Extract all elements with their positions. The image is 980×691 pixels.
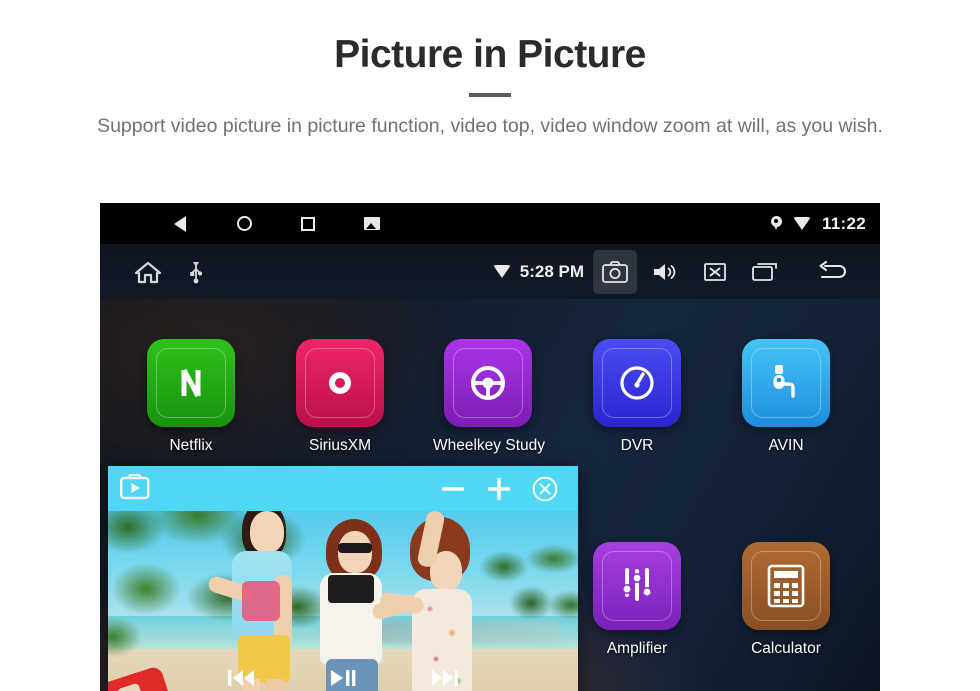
pip-close-button[interactable] bbox=[524, 470, 566, 508]
app-tile[interactable] bbox=[742, 542, 830, 630]
app-tile[interactable] bbox=[742, 339, 830, 427]
status-clock: 11:22 bbox=[821, 213, 866, 233]
app-calculator[interactable]: Calculator bbox=[731, 542, 841, 658]
volume-icon bbox=[654, 263, 676, 280]
wheelkey-icon bbox=[471, 366, 505, 400]
minus-icon bbox=[442, 487, 464, 491]
app-tile[interactable] bbox=[444, 339, 532, 427]
siriusxm-icon bbox=[329, 372, 351, 394]
next-track-button[interactable] bbox=[428, 665, 462, 691]
app-tile[interactable] bbox=[593, 542, 681, 630]
video-person-1 bbox=[206, 503, 310, 691]
calculator-icon bbox=[767, 564, 805, 608]
app-dvr[interactable]: DVR bbox=[582, 339, 692, 455]
pip-zoom-in-button[interactable] bbox=[478, 470, 520, 508]
back-triangle-icon bbox=[174, 215, 186, 232]
mute-icon bbox=[704, 262, 726, 281]
marketing-header: Picture in Picture Support video picture… bbox=[0, 0, 980, 141]
video-right-palms bbox=[476, 545, 578, 665]
app-netflix[interactable]: Netflix bbox=[136, 339, 246, 455]
app-label: DVR bbox=[620, 437, 654, 454]
launcher-home: Netflix SiriusXM Wheelkey Study DVR AVIN… bbox=[100, 299, 880, 691]
netflix-icon bbox=[181, 368, 201, 398]
video-person-3 bbox=[378, 503, 488, 691]
app-wheelkey-study[interactable]: Wheelkey Study bbox=[433, 339, 545, 455]
nav-recents-button[interactable] bbox=[276, 203, 340, 244]
toolbar-time: 5:28 PM bbox=[519, 261, 584, 281]
back-arrow-icon bbox=[819, 260, 847, 278]
location-pin-icon bbox=[770, 216, 782, 231]
app-amplifier[interactable]: Amplifier bbox=[582, 542, 692, 658]
app-label: Netflix bbox=[169, 437, 213, 454]
amplifier-icon bbox=[622, 568, 652, 601]
multiwindow-icon bbox=[752, 262, 777, 281]
toolbar-camera-button[interactable] bbox=[593, 249, 637, 294]
page-subtitle: Support video picture in picture functio… bbox=[97, 114, 883, 137]
usb-icon bbox=[188, 260, 204, 284]
page-root: Picture in Picture Support video picture… bbox=[0, 0, 980, 691]
app-label: Amplifier bbox=[606, 640, 668, 657]
app-label: SiriusXM bbox=[308, 437, 371, 454]
app-tile[interactable] bbox=[147, 339, 235, 427]
camera-icon bbox=[602, 260, 628, 283]
dvr-icon bbox=[620, 366, 654, 400]
pip-media-controls bbox=[108, 665, 578, 691]
app-siriusxm[interactable]: SiriusXM bbox=[285, 339, 395, 455]
toolbar-back-button[interactable] bbox=[808, 250, 860, 294]
pip-video-surface[interactable]: picar bbox=[108, 503, 578, 691]
nav-home-button[interactable] bbox=[212, 203, 276, 244]
play-pause-button[interactable] bbox=[326, 665, 360, 691]
app-label: AVIN bbox=[768, 437, 804, 454]
nav-screenshot-button[interactable] bbox=[340, 203, 404, 244]
avin-icon bbox=[773, 365, 795, 398]
toolbar-multiwindow-button[interactable] bbox=[743, 250, 787, 294]
wifi-icon bbox=[492, 265, 511, 278]
app-tile[interactable] bbox=[296, 339, 384, 427]
toolbar-right-group: 5:28 PM bbox=[492, 249, 860, 294]
status-indicators: 11:22 bbox=[770, 213, 866, 234]
app-label: Wheelkey Study bbox=[433, 437, 545, 454]
pip-camera-icon[interactable] bbox=[120, 473, 150, 500]
plus-icon bbox=[488, 478, 510, 500]
android-nav-buttons bbox=[148, 203, 404, 244]
play-pause-icon bbox=[331, 670, 356, 686]
launcher-toolbar: 5:28 PM bbox=[100, 244, 880, 299]
pip-zoom-out-button[interactable] bbox=[432, 470, 474, 508]
device-screen: 11:22 5:28 PM Netflix SiriusXM Wheelkey … bbox=[100, 203, 880, 691]
pip-window-controls bbox=[432, 470, 566, 508]
app-label: Calculator bbox=[751, 640, 821, 657]
pip-window[interactable]: picar bbox=[108, 466, 578, 691]
toolbar-volume-button[interactable] bbox=[643, 250, 687, 294]
nav-back-button[interactable] bbox=[148, 203, 212, 244]
toolbar-mute-button[interactable] bbox=[693, 250, 737, 294]
title-divider bbox=[469, 92, 511, 97]
app-avin[interactable]: AVIN bbox=[731, 339, 841, 455]
previous-track-icon bbox=[228, 670, 254, 686]
android-status-bar: 11:22 bbox=[100, 203, 880, 244]
image-icon bbox=[364, 217, 380, 230]
close-icon bbox=[532, 476, 558, 502]
next-track-icon bbox=[432, 670, 458, 686]
previous-track-button[interactable] bbox=[224, 665, 258, 691]
home-icon[interactable] bbox=[134, 260, 162, 284]
page-title: Picture in Picture bbox=[334, 33, 646, 76]
toolbar-left-group bbox=[134, 260, 204, 284]
recents-square-icon bbox=[301, 216, 315, 231]
home-circle-icon bbox=[236, 216, 252, 231]
wifi-icon bbox=[792, 217, 811, 230]
app-tile[interactable] bbox=[593, 339, 681, 427]
